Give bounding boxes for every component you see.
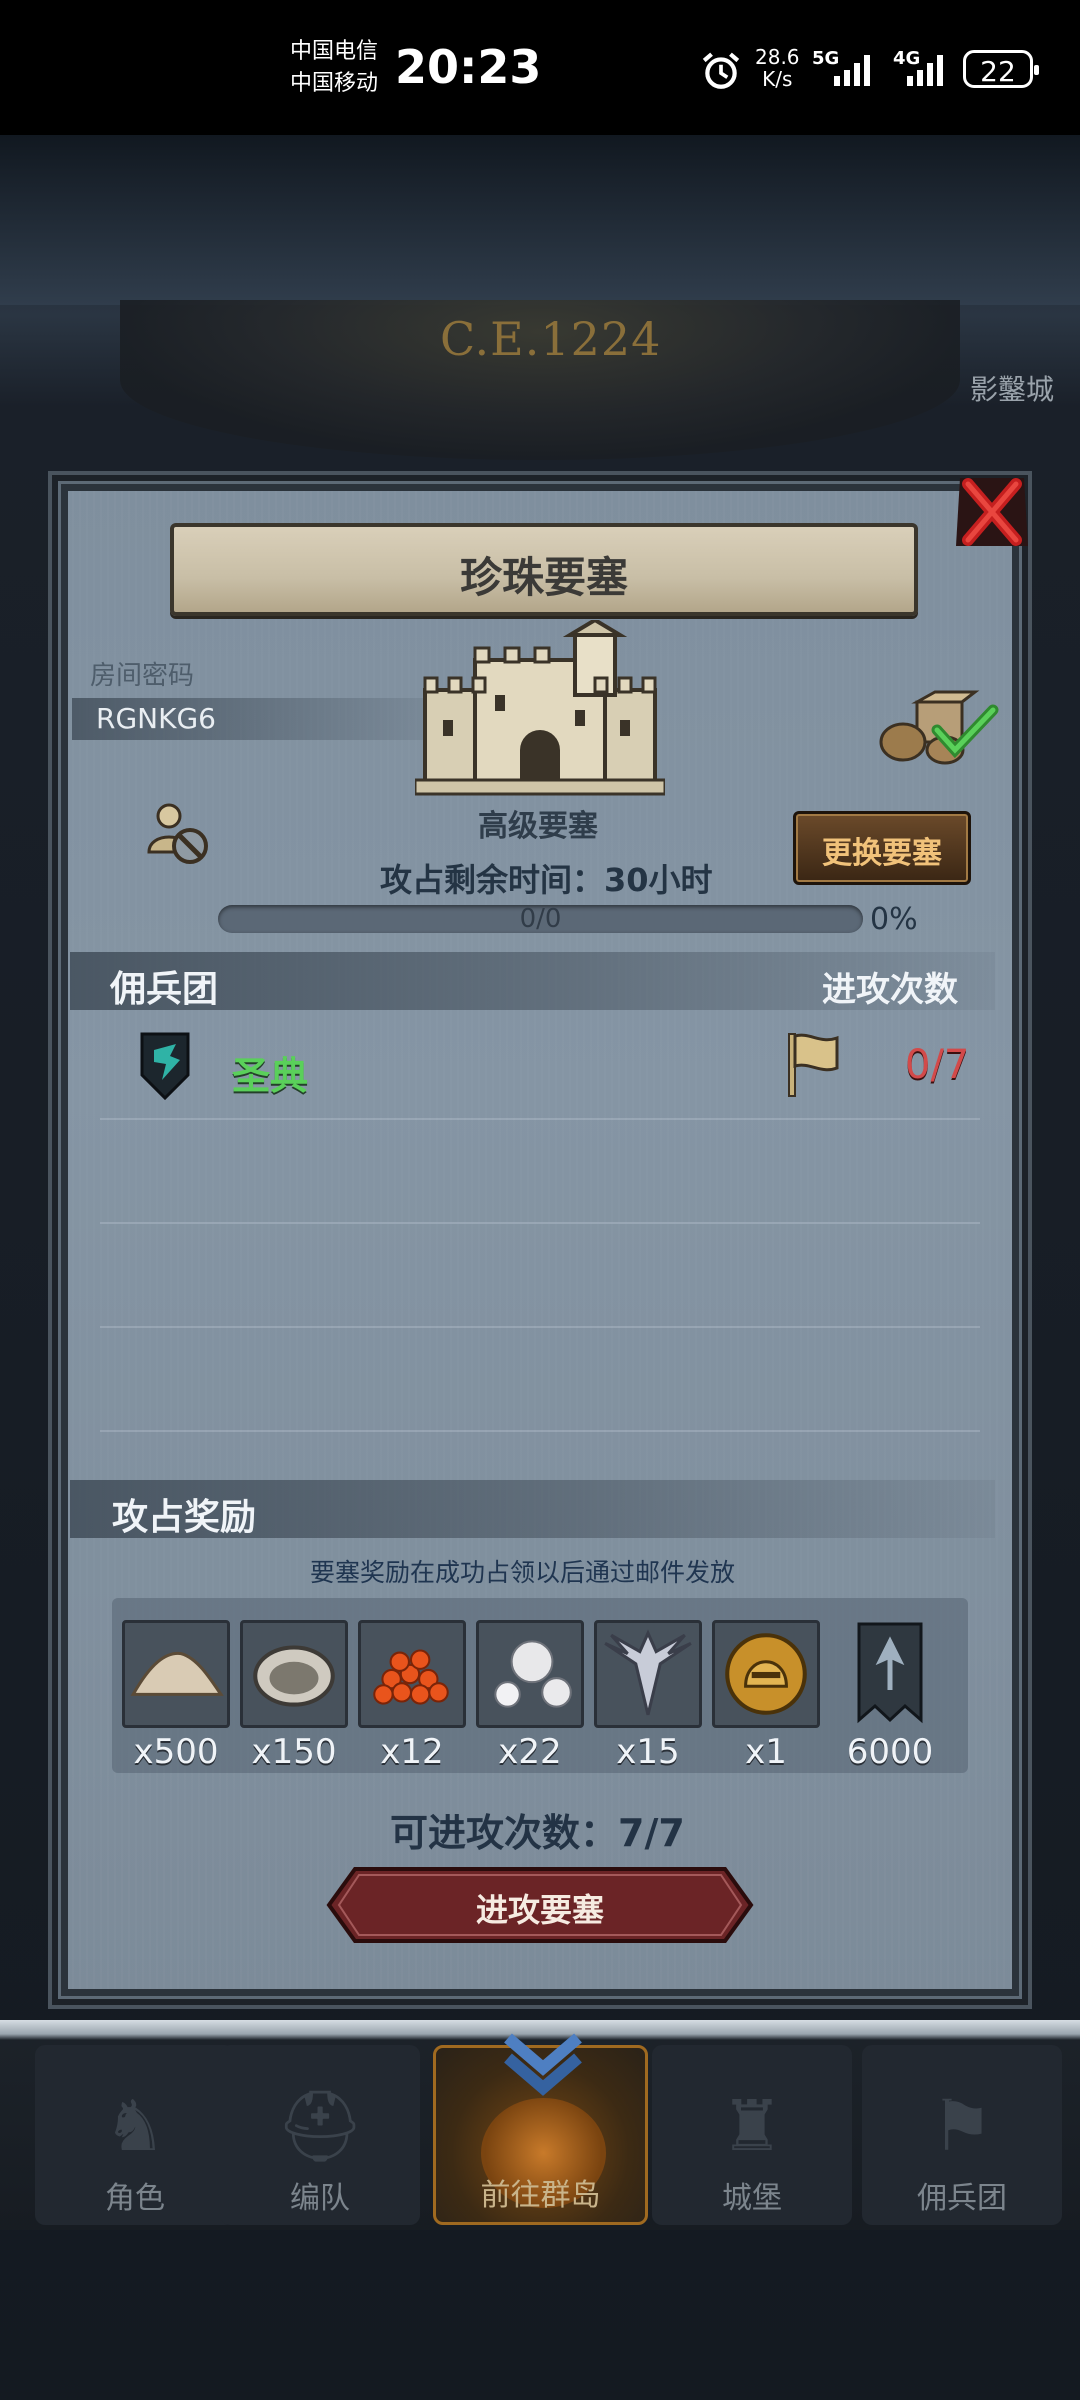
progress-percent: 0%: [870, 902, 918, 937]
status-bar: 中国电信 中国移动 20:23 28.6 K/s 5G 4G 22: [0, 0, 1080, 135]
nav-castle[interactable]: ♜ 城堡: [652, 2045, 852, 2225]
title-plaque: 珍珠要塞: [170, 523, 918, 616]
signal-5g-icon: [834, 55, 870, 86]
guild-banner-icon: [857, 1622, 923, 1724]
carrier-1: 中国电信: [290, 39, 379, 64]
row-divider: [100, 1118, 980, 1120]
winged-crest-icon: [604, 1629, 692, 1716]
attack-fortress-button[interactable]: 进攻要塞: [325, 1865, 755, 1945]
reward-quantity: x15: [616, 1732, 680, 1772]
reward-slot[interactable]: [122, 1620, 230, 1728]
nav-label: 角色: [105, 2181, 165, 2216]
era-year: C.E.1224: [440, 312, 662, 366]
room-password-label: 房间密码: [90, 661, 195, 691]
no-visitors-icon[interactable]: [145, 800, 215, 870]
reward-slot[interactable]: [855, 1620, 925, 1728]
rewards-header: 攻占奖励: [112, 1497, 257, 1538]
nav-mercenary[interactable]: ⚑ 佣兵团: [862, 2045, 1062, 2225]
room-code[interactable]: RGNKG6: [96, 702, 216, 735]
castle-icon: ♜: [720, 2085, 784, 2167]
net-speed: 28.6 K/s: [755, 46, 800, 90]
oyster-icon: [253, 1645, 335, 1707]
reward-slot[interactable]: [240, 1620, 348, 1728]
carrier-2: 中国移动: [290, 71, 379, 96]
progress-text: 0/0: [519, 904, 562, 934]
row-divider: [100, 1326, 980, 1328]
close-icon[interactable]: [952, 472, 1032, 552]
golden-helmet-medal-icon: [725, 1633, 807, 1715]
net-speed-unit: K/s: [762, 67, 793, 91]
reward-quantity: x12: [380, 1732, 444, 1772]
background-city-label: 影鑿城: [970, 373, 1055, 406]
attack-fortress-label: 进攻要塞: [475, 1891, 604, 1929]
attack-count-header: 进攻次数: [822, 970, 958, 1010]
pearls-icon: [494, 1640, 572, 1708]
guild-attack-count: 0/7: [905, 1042, 970, 1088]
nav-go-islands[interactable]: 前往群岛: [433, 2033, 648, 2225]
nav-character[interactable]: ♞ 角色: [35, 2045, 235, 2225]
reward-quantity: 6000: [846, 1732, 934, 1772]
fish-roe-icon: [373, 1649, 449, 1705]
reward-quantity: x500: [133, 1732, 219, 1772]
change-fortress-button[interactable]: 更换要塞: [793, 811, 971, 885]
guild-crest-icon: [140, 1032, 190, 1100]
reward-quantity: x1: [745, 1732, 787, 1772]
reward-quantity: x150: [251, 1732, 337, 1772]
loot-collected-icon[interactable]: [875, 690, 1000, 765]
reward-slot[interactable]: [476, 1620, 584, 1728]
occupation-time-left: 攻占剩余时间：30小时: [380, 861, 713, 899]
net-speed-value: 28.6: [755, 45, 800, 69]
carrier-labels: 中国电信 中国移动: [290, 36, 378, 100]
status-time: 20:23: [395, 40, 542, 94]
battery-indicator: 22: [963, 50, 1039, 88]
flour-pile-icon: [130, 1651, 224, 1696]
flag-icon: [788, 1033, 839, 1097]
top-banner-strip: [0, 135, 1080, 305]
mercenary-header: 佣兵团: [110, 969, 219, 1010]
nav-label: 城堡: [722, 2181, 782, 2216]
nav-label: 编队: [290, 2181, 350, 2216]
change-fortress-label: 更换要塞: [822, 836, 942, 871]
banner-icon: ⚑: [930, 2085, 994, 2167]
helmet-icon: ⛑: [275, 2085, 365, 2167]
row-divider: [100, 1430, 980, 1432]
guild-name: 圣典: [232, 1054, 309, 1098]
reward-slot[interactable]: [594, 1620, 702, 1728]
available-attacks: 可进攻次数：7/7: [390, 1811, 685, 1855]
nav-label: 佣兵团: [917, 2181, 1007, 2216]
fortress-level: 高级要塞: [478, 809, 598, 844]
dialog-title: 珍珠要塞: [459, 553, 628, 602]
knight-icon: ♞: [103, 2085, 167, 2167]
reward-slot[interactable]: [358, 1620, 466, 1728]
reward-quantity: x22: [498, 1732, 562, 1772]
chevron-down-icon: [504, 2033, 582, 2096]
reward-slot[interactable]: [712, 1620, 820, 1728]
occupation-progress-bar: 0/0: [218, 905, 863, 933]
row-divider: [100, 1222, 980, 1224]
nav-label: 前往群岛: [480, 2178, 601, 2213]
signal-4g-icon: [907, 55, 943, 86]
fortress-castle-icon: [415, 620, 665, 796]
nav-formation[interactable]: ⛑ 编队: [220, 2045, 420, 2225]
alarm-icon: [702, 52, 740, 89]
reward-note: 要塞奖励在成功占领以后通过邮件发放: [310, 1558, 736, 1587]
